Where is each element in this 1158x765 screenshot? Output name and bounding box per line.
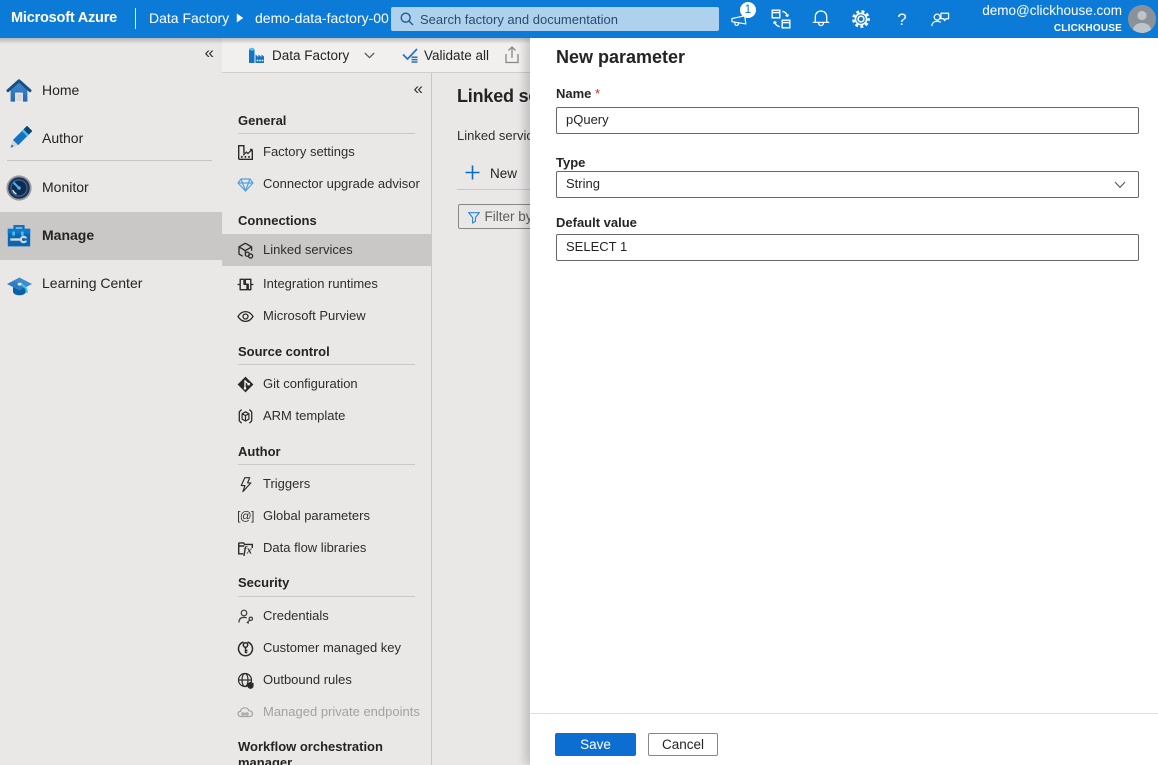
svg-text:fx: fx bbox=[243, 546, 252, 557]
svg-text:[@]: [@] bbox=[237, 511, 254, 523]
svg-text:?: ? bbox=[897, 10, 906, 29]
